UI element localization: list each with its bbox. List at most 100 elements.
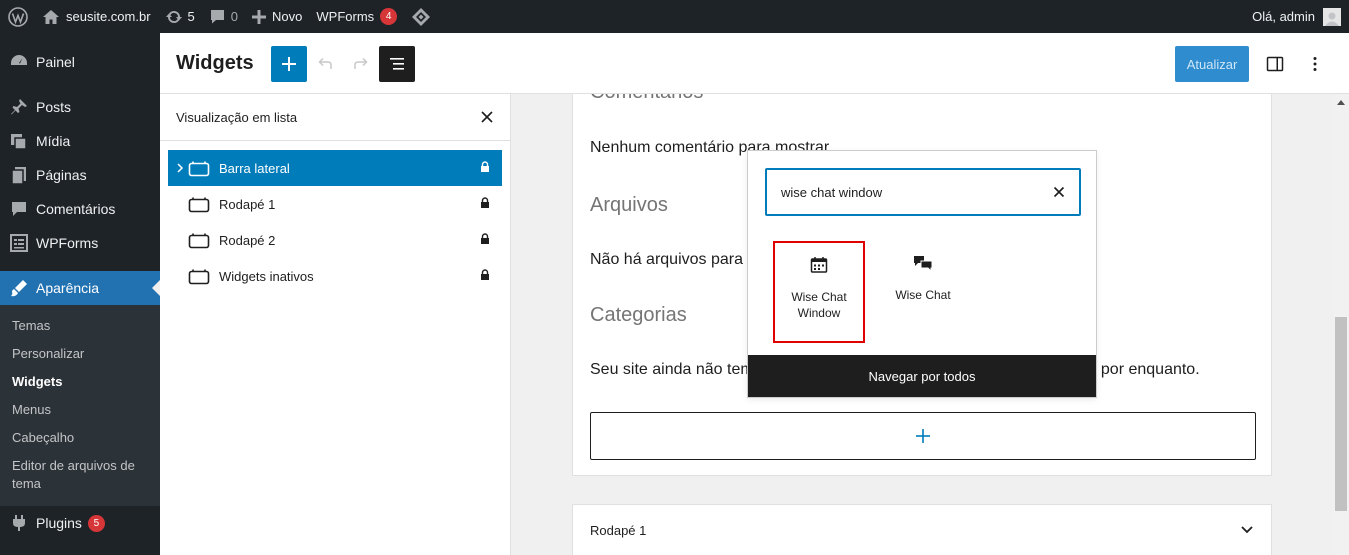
calendar-icon [810, 257, 828, 273]
categories-text-left: Seu site ainda não tem [590, 361, 754, 378]
wpforms-link[interactable]: WPForms 4 [309, 0, 404, 33]
pages-icon [11, 167, 26, 185]
updates-icon [165, 10, 182, 23]
lock-icon [480, 269, 490, 284]
home-icon [43, 9, 59, 24]
greeting: Olá, admin [1252, 9, 1315, 24]
widget-area-rodape-1[interactable]: Rodapé 1 [572, 504, 1272, 555]
list-item-label: Barra lateral [219, 160, 290, 176]
menu-item-comentarios[interactable]: Comentários [0, 192, 160, 226]
comments-heading: Comentários [590, 94, 703, 104]
close-icon [481, 111, 493, 123]
plugins-icon [13, 515, 25, 531]
menu-label: Mídia [36, 133, 71, 149]
menu-item-plugins[interactable]: Plugins 5 [0, 506, 160, 540]
archives-text: Não há arquivos para [590, 251, 743, 268]
menu-label: WPForms [36, 235, 99, 251]
archives-heading: Arquivos [590, 194, 668, 216]
dashboard-icon [11, 55, 27, 65]
block-search-input[interactable]: wise chat window [765, 168, 1081, 216]
menu-item-paginas[interactable]: Páginas [0, 158, 160, 192]
updates-link[interactable]: 5 [158, 0, 202, 33]
menu-item-aparencia[interactable]: Aparência [0, 271, 160, 305]
menu-label: Páginas [36, 167, 87, 183]
block-result-wise-chat[interactable]: Wise Chat [877, 241, 969, 343]
list-view-button[interactable] [379, 46, 415, 82]
chat-bubbles-icon [914, 256, 933, 273]
update-button[interactable]: Atualizar [1175, 46, 1249, 82]
wordpress-logo[interactable] [0, 0, 35, 33]
menu-label: Aparência [36, 280, 100, 296]
my-account[interactable]: Olá, admin [1252, 0, 1341, 33]
canvas-scrollbar[interactable] [1333, 94, 1349, 555]
settings-sidebar-toggle[interactable] [1257, 46, 1293, 82]
updates-count: 5 [187, 9, 195, 24]
lock-icon [480, 197, 490, 212]
scroll-thumb[interactable] [1335, 317, 1347, 511]
comment-icon [210, 10, 224, 24]
diamond-menu-link[interactable] [404, 0, 438, 33]
menu-item-posts[interactable]: Posts [0, 90, 160, 124]
undo-button[interactable] [307, 46, 343, 82]
lock-icon [480, 161, 490, 176]
admin-sidebar: Painel Posts Mídia Páginas Comentários W… [0, 33, 160, 555]
categories-text-right: ui por enquanto. [1084, 361, 1200, 378]
list-item-label: Widgets inativos [219, 268, 314, 284]
list-item-rodape-1[interactable]: Rodapé 1 [168, 186, 502, 222]
wpforms-badge: 4 [380, 8, 398, 25]
new-content-link[interactable]: Novo [245, 0, 309, 33]
pin-icon [11, 99, 27, 115]
block-result-label: Wise Chat [895, 288, 951, 302]
media-icon [11, 134, 27, 150]
appearance-submenu: Temas Personalizar Widgets Menus Cabeçal… [0, 305, 160, 506]
browse-all-button[interactable]: Navegar por todos [748, 355, 1096, 397]
widget-area-icon [188, 159, 210, 177]
list-item-rodape-2[interactable]: Rodapé 2 [168, 222, 502, 258]
menu-label: Painel [36, 54, 75, 70]
site-name-link[interactable]: seusite.com.br [35, 0, 158, 33]
add-block-appender[interactable] [590, 412, 1256, 460]
redo-button[interactable] [343, 46, 379, 82]
submenu-widgets[interactable]: Widgets [0, 368, 160, 396]
submenu-personalizar[interactable]: Personalizar [0, 340, 160, 368]
quick-inserter-popover: wise chat window Wise Chat Window Wise C… [747, 150, 1097, 398]
submenu-editor-de-arquivos[interactable]: Editor de arquivos de tema [0, 452, 160, 498]
sidebar-panel-icon [1266, 56, 1284, 72]
add-block-button[interactable] [271, 46, 307, 82]
editor-header: Widgets Atualizar [160, 33, 1349, 94]
options-button[interactable] [1297, 46, 1333, 82]
list-item-label: Rodapé 1 [219, 196, 276, 212]
comments-link[interactable]: 0 [202, 0, 245, 33]
list-item-barra-lateral[interactable]: Barra lateral [168, 150, 502, 186]
menu-item-midia[interactable]: Mídia [0, 124, 160, 158]
clear-search-button[interactable] [1053, 186, 1065, 198]
search-value: wise chat window [781, 184, 883, 200]
submenu-cabecalho[interactable]: Cabeçalho [0, 424, 160, 452]
diamond-icon [412, 7, 431, 26]
menu-label: Comentários [36, 201, 116, 217]
wpforms-label: WPForms [316, 9, 375, 24]
categories-heading: Categorias [590, 304, 687, 326]
widget-area-icon [188, 195, 210, 213]
close-list-view-button[interactable] [480, 110, 494, 124]
admin-bar: seusite.com.br 5 0 Novo WPForms 4 Olá, a… [0, 0, 1349, 33]
comments-icon [12, 202, 26, 216]
list-view-header: Visualização em lista [160, 94, 510, 141]
expand-toggle[interactable] [168, 161, 188, 176]
appearance-brush-icon [11, 280, 27, 297]
submenu-temas[interactable]: Temas [0, 312, 160, 340]
list-view-icon [390, 58, 404, 70]
block-result-wise-chat-window[interactable]: Wise Chat Window [773, 241, 865, 343]
menu-item-painel[interactable]: Painel [0, 45, 160, 79]
submenu-menus[interactable]: Menus [0, 396, 160, 424]
plus-icon [252, 9, 267, 24]
new-label: Novo [272, 9, 303, 24]
chevron-down-icon [1241, 526, 1253, 534]
close-icon [1053, 186, 1065, 198]
page-title: Widgets [176, 52, 254, 74]
list-item-widgets-inativos[interactable]: Widgets inativos [168, 258, 502, 294]
scroll-up-arrow[interactable] [1337, 100, 1345, 105]
wordpress-icon [8, 6, 28, 27]
list-view-title: Visualização em lista [176, 109, 298, 125]
menu-item-wpforms[interactable]: WPForms [0, 226, 160, 260]
